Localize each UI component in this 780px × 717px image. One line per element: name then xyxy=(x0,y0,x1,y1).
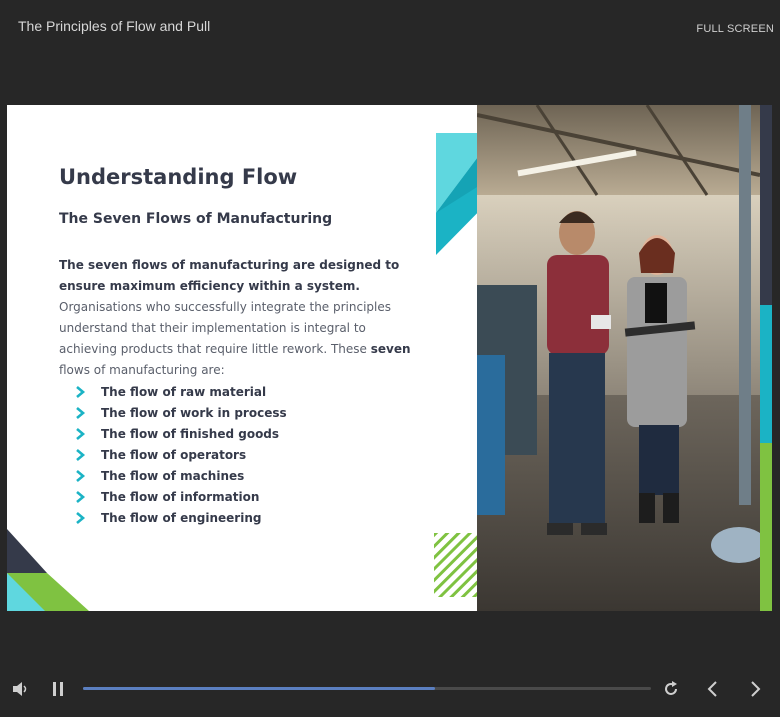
flow-label: The flow of information xyxy=(101,489,260,504)
pause-icon[interactable] xyxy=(52,682,64,696)
factory-workers-photo xyxy=(477,105,760,611)
intro-bold-word: seven xyxy=(370,342,411,356)
top-bar: The Principles of Flow and Pull FULL SCR… xyxy=(0,0,780,60)
flow-label: The flow of work in process xyxy=(101,405,287,420)
progress-fill xyxy=(83,687,436,690)
slide-subheading: The Seven Flows of Manufacturing xyxy=(59,211,333,227)
flow-label: The flow of engineering xyxy=(101,510,262,525)
list-item: The flow of work in process xyxy=(73,402,287,423)
player-controls xyxy=(0,670,780,710)
intro-text-1: Organisations who successfully integrate… xyxy=(59,300,392,356)
fullscreen-button[interactable]: FULL SCREEN xyxy=(696,23,774,35)
decorative-edge-bar xyxy=(760,105,772,611)
chevron-right-icon xyxy=(76,448,86,461)
chevron-right-icon xyxy=(76,490,86,503)
progress-bar[interactable] xyxy=(83,687,651,690)
intro-paragraph: The seven flows of manufacturing are des… xyxy=(59,255,419,381)
chevron-right-icon xyxy=(76,385,86,398)
flows-list: The flow of raw material The flow of wor… xyxy=(73,381,287,528)
chevron-right-icon xyxy=(76,511,86,524)
list-item: The flow of operators xyxy=(73,444,287,465)
chevron-right-icon xyxy=(76,469,86,482)
decorative-triangles-bottom xyxy=(7,529,89,611)
list-item: The flow of engineering xyxy=(73,507,287,528)
slide: Understanding Flow The Seven Flows of Ma… xyxy=(7,105,772,611)
flow-label: The flow of finished goods xyxy=(101,426,280,441)
list-item: The flow of finished goods xyxy=(73,423,287,444)
course-title: The Principles of Flow and Pull xyxy=(18,18,211,34)
replay-icon[interactable] xyxy=(663,681,679,697)
list-item: The flow of information xyxy=(73,486,287,507)
chevron-left-icon[interactable] xyxy=(706,681,718,697)
slide-heading: Understanding Flow xyxy=(59,165,298,189)
chevron-right-icon xyxy=(76,427,86,440)
chevron-right-icon xyxy=(76,406,86,419)
flow-label: The flow of raw material xyxy=(101,384,267,399)
flow-label: The flow of operators xyxy=(101,447,247,462)
list-item: The flow of machines xyxy=(73,465,287,486)
volume-icon[interactable] xyxy=(12,681,30,697)
intro-text-2: flows of manufacturing are: xyxy=(59,363,225,377)
flow-label: The flow of machines xyxy=(101,468,245,483)
chevron-right-icon[interactable] xyxy=(750,681,762,697)
intro-bold-lead: The seven flows of manufacturing are des… xyxy=(59,258,400,293)
list-item: The flow of raw material xyxy=(73,381,287,402)
